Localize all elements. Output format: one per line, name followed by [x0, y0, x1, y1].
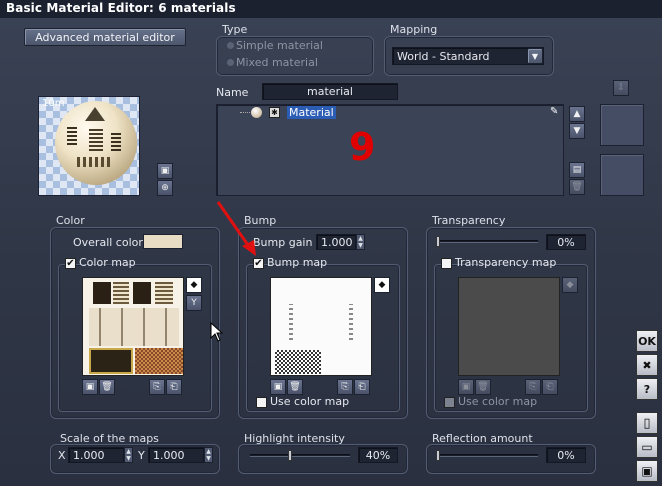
map-tool-icon[interactable]: Y	[186, 295, 202, 311]
color-map-checkbox[interactable]: ✔	[65, 258, 76, 269]
reflection-value[interactable]: 0%	[546, 447, 586, 463]
material-star-icon: ✱	[269, 107, 280, 118]
move-down-icon[interactable]: ▼	[569, 123, 585, 139]
highlight-slider[interactable]	[250, 454, 350, 457]
bump-use-color-checkbox[interactable]	[256, 397, 267, 408]
mapping-value: World - Standard	[397, 49, 490, 63]
name-input[interactable]: material	[262, 83, 398, 100]
preview-sphere	[55, 101, 137, 185]
transparency-use-color-label: Use color map	[458, 395, 538, 408]
reflection-slider-knob[interactable]	[436, 450, 440, 461]
load-map-icon[interactable]: ▣	[82, 379, 98, 395]
transparency-paste-icon[interactable]: ⎗	[542, 379, 558, 395]
scale-title: Scale of the maps	[60, 432, 159, 445]
bump-load-icon[interactable]: ▣	[270, 379, 286, 395]
radio-simple[interactable]	[226, 41, 235, 50]
transparency-delete-icon[interactable]: 🗑	[475, 379, 491, 395]
new-file-icon[interactable]: ▯	[636, 412, 658, 434]
highlight-title: Highlight intensity	[244, 432, 345, 445]
scale-x-stepper[interactable]: ▲ ▼	[124, 447, 133, 463]
transparency-title: Transparency	[432, 214, 506, 227]
cube-icon[interactable]: ▣	[157, 163, 173, 179]
pencil-icon[interactable]: ✎	[550, 106, 558, 117]
color-title: Color	[56, 214, 85, 227]
annotation-number: 9	[349, 125, 376, 169]
swatch-slot-2[interactable]	[600, 154, 644, 196]
bump-map-label: Bump map	[267, 256, 328, 269]
window-title: Basic Material Editor: 6 materials	[0, 0, 662, 18]
radio-mixed-label: Mixed material	[236, 56, 318, 69]
transparency-map-thumbnail[interactable]	[458, 277, 560, 376]
close-icon[interactable]: ✖	[636, 354, 658, 376]
swatch-slot-1[interactable]	[600, 104, 644, 146]
color-map-label: Color map	[79, 256, 136, 269]
mouse-cursor-icon	[210, 322, 224, 342]
bump-copy-icon[interactable]: ⎘	[337, 379, 353, 395]
preview-scale-label: 10m	[42, 98, 65, 109]
bump-map-thumbnail[interactable]	[270, 277, 372, 376]
help-button[interactable]: ?	[636, 378, 658, 400]
transparency-options-icon[interactable]: ◆	[562, 277, 578, 293]
open-folder-icon[interactable]: ▭	[636, 436, 658, 458]
copy-map-icon[interactable]: ⎘	[149, 379, 165, 395]
save-icon[interactable]: ▣	[636, 460, 658, 482]
zoom-icon[interactable]: ⊕	[157, 180, 173, 196]
transparency-copy-icon[interactable]: ⎘	[525, 379, 541, 395]
bump-use-color-label: Use color map	[270, 395, 350, 408]
new-material-icon[interactable]: ▤	[569, 162, 585, 178]
transparency-slider-knob[interactable]	[436, 236, 440, 247]
reflection-title: Reflection amount	[432, 432, 533, 445]
material-sphere-icon	[251, 107, 262, 118]
advanced-editor-button[interactable]: Advanced material editor	[24, 28, 186, 46]
color-map-thumbnail[interactable]	[82, 277, 184, 376]
transparency-slider[interactable]	[438, 240, 538, 243]
mapping-title: Mapping	[390, 23, 438, 36]
list-item[interactable]: Material	[287, 106, 336, 119]
import-icon[interactable]: ⇩	[613, 80, 629, 96]
transparency-map-label: Transparency map	[455, 256, 557, 269]
overall-color-swatch[interactable]	[143, 234, 183, 249]
move-up-icon[interactable]: ▲	[569, 106, 585, 122]
transparency-load-icon[interactable]: ▣	[458, 379, 474, 395]
mapping-select[interactable]: World - Standard	[392, 47, 544, 65]
scale-y-input[interactable]: 1.000	[148, 447, 204, 463]
scale-y-label: Y	[138, 449, 145, 462]
name-label: Name	[216, 86, 249, 99]
bump-paste-icon[interactable]: ⎗	[354, 379, 370, 395]
type-title: Type	[222, 23, 248, 36]
radio-simple-label: Simple material	[236, 39, 323, 52]
trash-icon[interactable]: 🗑	[569, 179, 585, 195]
radio-mixed[interactable]	[226, 58, 235, 67]
map-options-icon[interactable]: ◆	[186, 277, 202, 293]
material-preview[interactable]: 10m	[38, 96, 140, 196]
delete-map-icon[interactable]: 🗑	[99, 379, 115, 395]
highlight-slider-knob[interactable]	[288, 450, 292, 461]
overall-color-label: Overall color:	[73, 236, 147, 249]
transparency-value[interactable]: 0%	[546, 234, 586, 250]
annotation-arrow	[216, 201, 256, 256]
scale-x-label: X	[58, 449, 66, 462]
tree-line	[240, 112, 250, 113]
transparency-map-checkbox[interactable]	[441, 258, 452, 269]
scale-x-input[interactable]: 1.000	[68, 447, 124, 463]
bump-delete-icon[interactable]: 🗑	[287, 379, 303, 395]
reflection-slider[interactable]	[438, 454, 538, 457]
transparency-use-color-checkbox[interactable]	[444, 397, 455, 408]
bump-gain-input[interactable]: 1.000	[316, 234, 356, 250]
bump-options-icon[interactable]: ◆	[374, 277, 390, 293]
scale-y-stepper[interactable]: ▲ ▼	[204, 447, 213, 463]
chevron-down-icon[interactable]: ▼	[527, 48, 543, 64]
bump-gain-stepper[interactable]: ▲ ▼	[356, 234, 365, 250]
highlight-value[interactable]: 40%	[358, 447, 398, 463]
material-editor-window: Basic Material Editor: 6 materials Advan…	[0, 0, 662, 486]
paste-map-icon[interactable]: ⎗	[166, 379, 182, 395]
ok-button[interactable]: OK	[636, 330, 658, 352]
